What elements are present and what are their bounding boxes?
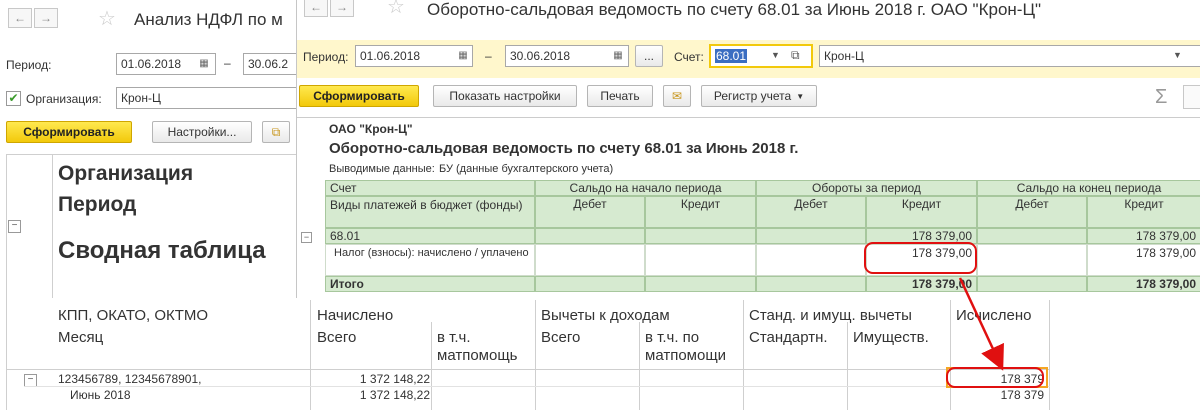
arrow-line [958, 277, 1004, 371]
connector-arrow [958, 277, 1004, 371]
